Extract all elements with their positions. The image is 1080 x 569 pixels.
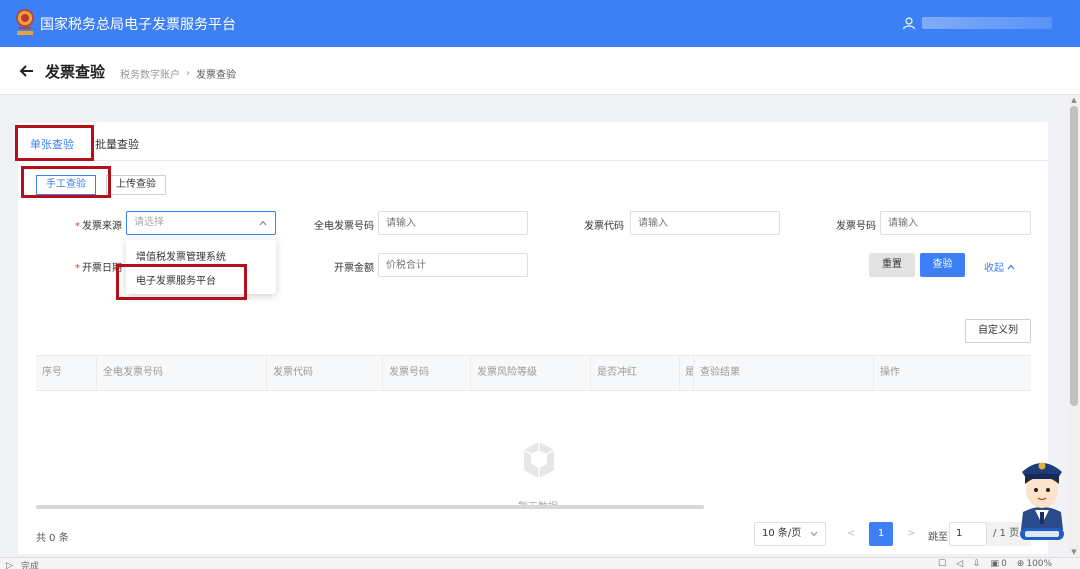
tax-emblem-icon [16, 9, 34, 35]
status-icon: ▷ [6, 560, 13, 569]
chevron-right-icon: › [186, 68, 190, 79]
query-button[interactable]: 查验 [920, 253, 965, 277]
dropdown-option-e-invoice-platform[interactable]: 电子发票服务平台 [136, 272, 216, 287]
invoice-no-input[interactable] [880, 211, 1031, 235]
result-table-header: 序号 全电发票号码 发票代码 发票号码 发票风险等级 是否冲红 是 查验结果 操… [36, 355, 1031, 391]
chevron-down-icon [810, 531, 818, 537]
amount-input[interactable] [378, 253, 528, 277]
source-dropdown-menu: 增值税发票管理系统 电子发票服务平台 [126, 240, 276, 294]
collapse-label: 收起 [984, 263, 1004, 274]
chevron-up-icon [259, 220, 267, 226]
platform-title: 国家税务总局电子发票服务平台 [40, 17, 236, 33]
column-header-invoice-code: 发票代码 [266, 356, 382, 390]
breadcrumb-item-current: 发票查验 [196, 70, 236, 81]
page-title: 发票查验 [45, 63, 106, 81]
shield-icon[interactable]: ☐ [938, 559, 946, 569]
user-name-redacted [922, 17, 1052, 29]
top-header: 国家税务总局电子发票服务平台 [0, 0, 1080, 47]
subtab-manual-check[interactable]: 手工查验 [36, 175, 96, 195]
scrollbar-thumb[interactable] [1070, 106, 1078, 406]
zoom-icon[interactable]: ⊕ [1017, 559, 1025, 569]
column-header-actions: 操作 [873, 356, 1031, 390]
breadcrumb-item-account[interactable]: 税务数字账户 [120, 66, 180, 81]
back-arrow-icon[interactable] [18, 62, 36, 80]
column-header-truncated: 是 [679, 356, 693, 390]
required-mark: * [75, 263, 80, 274]
chevron-up-icon [1007, 264, 1015, 269]
user-icon [902, 17, 916, 30]
next-page-button[interactable]: > [907, 528, 915, 539]
jump-to-label: 跳至 [928, 532, 948, 543]
collapse-toggle[interactable]: 收起 [984, 259, 1015, 274]
required-mark: * [75, 221, 80, 232]
download-icon[interactable]: ⇩ [973, 559, 981, 569]
invoice-no-label: 发票号码 [836, 221, 876, 232]
scroll-down-icon[interactable]: ▼ [1070, 548, 1078, 556]
source-label: * 发票来源 [75, 221, 122, 232]
jump-to-page-input[interactable]: 1 [949, 522, 987, 546]
page-size-select[interactable]: 10 条/页 [754, 522, 826, 546]
status-text: 完成 [20, 562, 39, 569]
subtab-upload-check[interactable]: 上传查验 [106, 175, 166, 195]
invoice-check-panel: 单张查验 批量查验 手工查验 上传查验 *发票来源 请选择 全电发票号码 发票代… [18, 122, 1048, 554]
page-header: 发票查验 税务数字账户 › 发票查验 [0, 47, 1080, 95]
tab-bar: 单张查验 批量查验 [18, 122, 1048, 161]
column-header-check-result: 查验结果 [693, 356, 873, 390]
active-tab-indicator [26, 159, 78, 161]
reset-button[interactable]: 重置 [869, 253, 915, 277]
custom-columns-button[interactable]: 自定义列 [965, 319, 1031, 343]
empty-box-icon [523, 442, 555, 478]
issue-date-label: * 开票日期 [75, 263, 122, 274]
breadcrumb: 税务数字账户 › 发票查验 [120, 66, 236, 81]
amount-label: 开票金额 [334, 263, 374, 274]
page-1-button[interactable]: 1 [869, 522, 893, 546]
counter-icon[interactable]: ▣ [991, 559, 1000, 569]
column-header-full-invoice-no: 全电发票号码 [96, 356, 266, 390]
full-invoice-no-label: 全电发票号码 [314, 221, 374, 232]
tax-assistant-avatar-icon[interactable] [1013, 452, 1071, 542]
status-right: ☐ ◁ ⇩ ▣ 0 ⊕ 100% [928, 559, 1052, 569]
dropdown-option-vat-system[interactable]: 增值税发票管理系统 [136, 248, 226, 263]
tab-batch-check[interactable]: 批量查验 [95, 136, 139, 152]
invoice-code-label: 发票代码 [584, 221, 624, 232]
browser-status-bar: ▷ 完成 ☐ ◁ ⇩ ▣ 0 ⊕ 100% [0, 557, 1080, 569]
column-header-red-flush: 是否冲红 [590, 356, 679, 390]
column-header-invoice-no: 发票号码 [382, 356, 470, 390]
full-invoice-no-input[interactable] [378, 211, 528, 235]
counter-value: 0 [1001, 559, 1007, 569]
column-header-risk-level: 发票风险等级 [470, 356, 590, 390]
zoom-level[interactable]: 100% [1026, 559, 1052, 569]
source-select[interactable]: 请选择 [126, 211, 276, 235]
page-size-value: 10 条/页 [762, 528, 802, 539]
column-header-index: 序号 [42, 367, 62, 378]
invoice-code-input[interactable] [630, 211, 780, 235]
source-select-placeholder: 请选择 [134, 217, 164, 228]
sound-icon[interactable]: ◁ [956, 559, 963, 569]
scroll-up-icon[interactable]: ▲ [1070, 96, 1078, 104]
prev-page-button[interactable]: < [847, 528, 855, 539]
total-count: 共 0 条 [36, 533, 69, 544]
user-menu[interactable] [902, 16, 1052, 30]
horizontal-scrollbar[interactable] [36, 505, 704, 509]
status-left: ▷ 完成 [6, 559, 39, 569]
tab-single-check[interactable]: 单张查验 [30, 136, 74, 152]
